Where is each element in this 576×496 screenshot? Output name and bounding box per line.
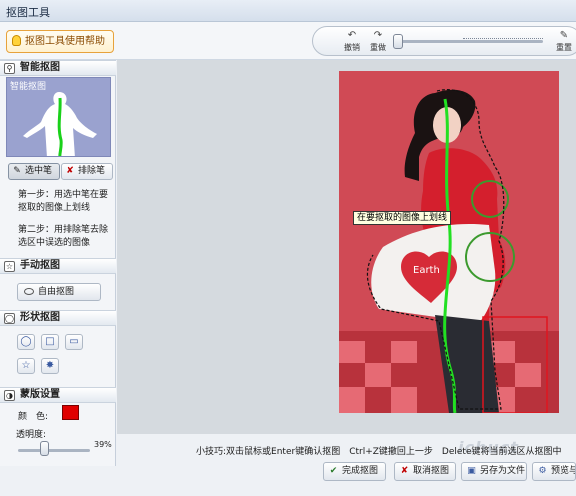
cancel-icon: ✘	[400, 466, 409, 476]
shape-cutout-header[interactable]: ◯ 形状抠图	[0, 310, 116, 326]
rect-icon[interactable]: □	[41, 334, 59, 350]
help-button-label: 抠图工具使用帮助	[25, 36, 105, 47]
tips-text: 小技巧:双击鼠标或Enter键确认抠图 Ctrl+Z键撤回上一步 Delete键…	[196, 447, 562, 457]
magnifier-icon: ⚲	[4, 63, 15, 74]
select-pen-label: 选中笔	[25, 166, 53, 176]
cancel-cutout-label: 取消抠图	[413, 466, 450, 476]
exclude-pen-button[interactable]: ✘ 排除笔	[61, 163, 113, 180]
color-label: 颜 色:	[18, 412, 49, 422]
lasso-icon	[24, 288, 34, 295]
zoom-slider-knob[interactable]	[393, 34, 403, 49]
mask-icon: ◑	[4, 390, 15, 401]
smart-cutout-header[interactable]: ⚲ 智能抠图	[0, 60, 116, 76]
manual-cutout-header[interactable]: ☆ 手动抠图	[0, 258, 116, 274]
opacity-value: 39%	[94, 440, 112, 449]
opacity-slider-knob[interactable]	[40, 441, 49, 456]
check-icon: ✔	[329, 466, 338, 476]
opacity-slider-track[interactable]	[18, 449, 90, 452]
shape-cutout-title: 形状抠图	[20, 312, 60, 323]
gear-icon: ⚙	[538, 466, 547, 476]
undo-icon: ↶	[347, 30, 357, 41]
cancel-cutout-button[interactable]: ✘ 取消抠图	[394, 462, 456, 481]
ellipse-icon[interactable]: ◯	[17, 334, 35, 350]
rounded-rect-icon[interactable]: ▭	[65, 334, 83, 350]
action-bar: ✔ 完成抠图 ✘ 取消抠图 ▣ 另存为文件 ⚙ 预览与	[0, 458, 576, 496]
step2-text: 第二步：用排除笔去除选区中误选的图像	[18, 225, 109, 248]
save-icon: ▣	[467, 466, 476, 476]
preview-caption: 智能抠图	[10, 82, 47, 92]
reset-icon: ✎	[559, 30, 569, 41]
preview-button[interactable]: ⚙ 预览与	[532, 462, 576, 481]
star-outline-icon: ☆	[4, 261, 15, 272]
undo-label: 撤销	[344, 43, 360, 52]
reset-button[interactable]: ✎ 重置	[553, 30, 575, 54]
pen-icon: ✎	[13, 166, 21, 176]
save-as-file-button[interactable]: ▣ 另存为文件	[461, 462, 527, 481]
lightbulb-icon	[12, 35, 21, 46]
mask-settings-title: 蒙版设置	[20, 389, 60, 400]
title-bar: 抠图工具	[0, 0, 576, 22]
preview-label: 预览与	[551, 466, 576, 476]
free-cutout-button[interactable]: 自由抠图	[17, 283, 101, 301]
shape-icon: ◯	[4, 313, 15, 324]
mask-color-swatch[interactable]	[62, 405, 79, 420]
zoom-slider-ticks	[463, 38, 543, 44]
redo-icon: ↷	[373, 30, 383, 41]
burst-icon[interactable]: ✸	[41, 358, 59, 374]
manual-cutout-title: 手动抠图	[20, 260, 60, 271]
step1-text: 第一步：用选中笔在要抠取的图像上划线	[18, 190, 109, 213]
undo-button[interactable]: ↶ 撤销	[341, 30, 363, 54]
help-button[interactable]: 抠图工具使用帮助	[6, 30, 114, 53]
reset-label: 重置	[556, 43, 572, 52]
finish-cutout-button[interactable]: ✔ 完成抠图	[323, 462, 386, 481]
photo-scene: Earth	[339, 71, 559, 413]
finish-cutout-label: 完成抠图	[342, 466, 379, 476]
free-cutout-label: 自由抠图	[38, 287, 75, 297]
sidebar: ⚲ 智能抠图 智能抠图 ✎ 选中笔 ✘ 排除笔 第一步：用选中笔在要抠取的图像上…	[0, 60, 116, 466]
save-as-file-label: 另存为文件	[480, 466, 526, 476]
canvas-tooltip: 在要抠取的图像上划线	[353, 211, 452, 225]
smart-cutout-title: 智能抠图	[20, 62, 60, 73]
redo-label: 重做	[370, 43, 386, 52]
bag-earth-text: Earth	[413, 265, 440, 276]
window-title: 抠图工具	[6, 6, 50, 19]
mask-settings-header[interactable]: ◑ 蒙版设置	[0, 387, 116, 403]
exclude-pen-label: 排除笔	[78, 166, 106, 176]
photo-canvas[interactable]: Earth	[339, 71, 559, 413]
select-pen-button[interactable]: ✎ 选中笔	[8, 163, 60, 180]
opacity-label: 透明度:	[16, 430, 47, 440]
smart-preview: 智能抠图	[6, 77, 111, 157]
toolbar: 抠图工具使用帮助 ↶ 撤销 ↷ 重做 ✎ 重置	[0, 22, 576, 60]
eraser-pen-icon: ✘	[66, 166, 74, 176]
star-icon[interactable]: ☆	[17, 358, 35, 374]
redo-button[interactable]: ↷ 重做	[367, 30, 389, 54]
edit-toolbar: ↶ 撤销 ↷ 重做 ✎ 重置	[312, 26, 576, 56]
